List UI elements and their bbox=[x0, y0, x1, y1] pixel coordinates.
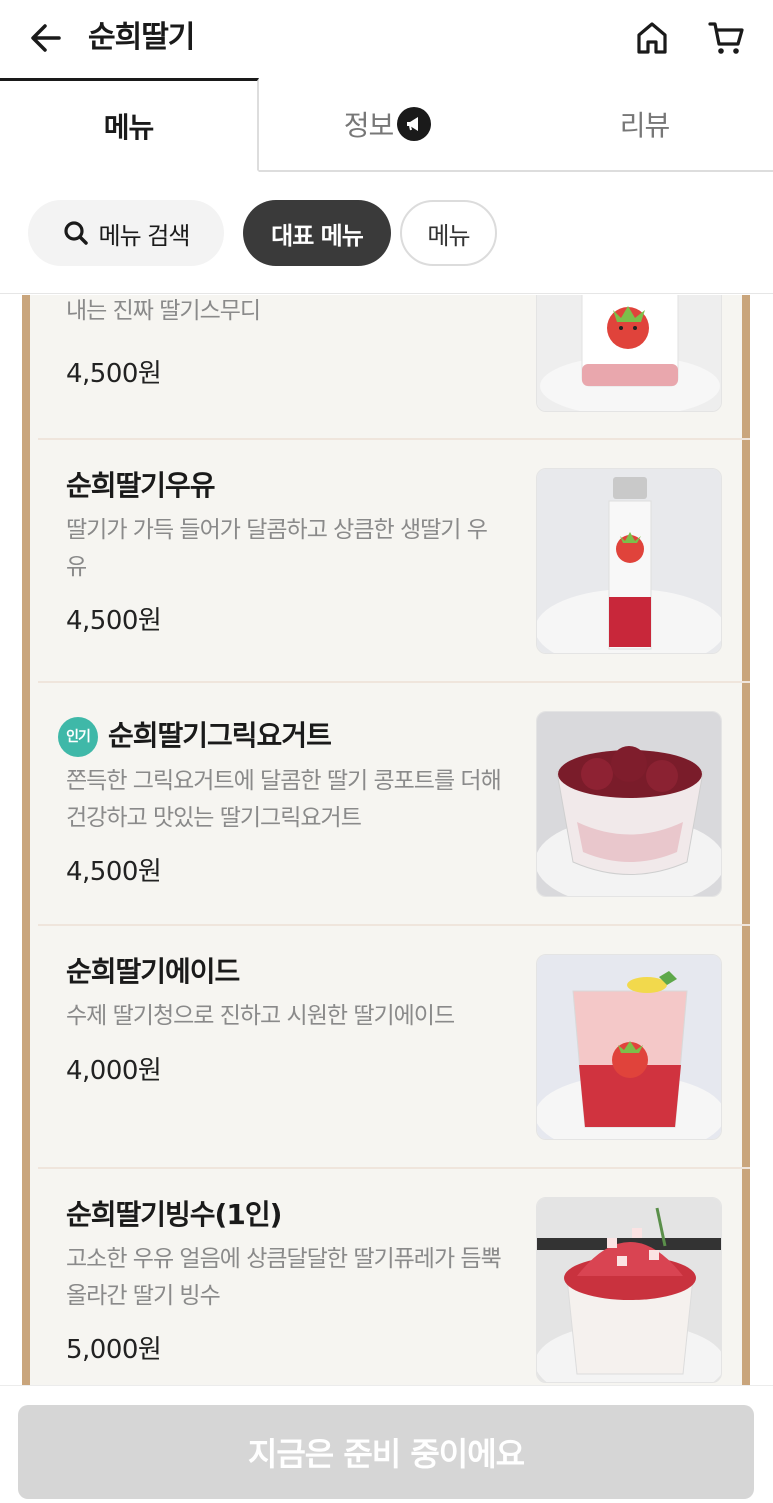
bottom-bar: 지금은 준비 중이에요 bbox=[0, 1385, 773, 1503]
menu-item[interactable]: 인기 순희딸기그릭요거트 쫀득한 그릭요거트에 달콤한 딸기 콩포트를 더해 건강… bbox=[38, 683, 750, 926]
menu-item[interactable]: 순희딸기빙수(1인) 고소한 우유 얼음에 상큼달달한 딸기퓨레가 듬뿍 올라간… bbox=[38, 1169, 750, 1385]
menu-item[interactable]: 순희딸기우유 딸기가 가득 들어가 달콤하고 상큼한 생딸기 우유 4,500원 bbox=[38, 440, 750, 683]
tab-bar: 메뉴 정보 리뷰 bbox=[0, 78, 773, 172]
arrow-left-icon bbox=[31, 24, 61, 52]
search-icon bbox=[63, 221, 88, 245]
megaphone-icon bbox=[397, 107, 432, 141]
cart-icon bbox=[708, 22, 744, 54]
back-button[interactable] bbox=[26, 18, 66, 58]
menu-item-image bbox=[536, 468, 722, 654]
menu-item-price: 5,000원 bbox=[66, 1335, 162, 1365]
chip-menu[interactable]: 메뉴 bbox=[400, 200, 497, 266]
menu-item-image bbox=[536, 711, 722, 897]
menu-list[interactable]: 내는 진짜 딸기스무디 4,500원 순희딸기우유 딸기가 가득 들어가 달콤하… bbox=[0, 295, 773, 1385]
menu-search-label: 메뉴 검색 bbox=[98, 221, 191, 250]
chip-representative-menu[interactable]: 대표 메뉴 bbox=[243, 200, 391, 266]
filter-bar: 메뉴 검색 대표 메뉴 메뉴 bbox=[0, 172, 773, 294]
menu-item-image bbox=[536, 954, 722, 1140]
menu-item-name: 순희딸기우유 bbox=[66, 469, 216, 502]
menu-item-desc: 쫀득한 그릭요거트에 달콤한 딸기 콩포트를 더해 건강하고 맛있는 딸기그릭요… bbox=[66, 768, 502, 831]
menu-item-desc: 고소한 우유 얼음에 상큼달달한 딸기퓨레가 듬뿍 올라간 딸기 빙수 bbox=[66, 1246, 502, 1309]
menu-item-image bbox=[536, 1197, 722, 1383]
home-icon bbox=[637, 22, 667, 54]
menu-item-desc: 내는 진짜 딸기스무디 bbox=[66, 298, 261, 324]
home-button[interactable] bbox=[630, 16, 674, 60]
cart-button[interactable] bbox=[704, 16, 748, 60]
menu-item-name: 순희딸기그릭요거트 bbox=[108, 719, 332, 752]
menu-item-desc: 수제 딸기청으로 진하고 시원한 딸기에이드 bbox=[66, 1003, 455, 1029]
chip-representative-label: 대표 메뉴 bbox=[271, 221, 364, 250]
tab-menu-label: 메뉴 bbox=[103, 110, 155, 144]
popular-badge: 인기 bbox=[58, 717, 98, 757]
menu-item-name: 순희딸기빙수(1인) bbox=[66, 1198, 282, 1231]
menu-item-price: 4,000원 bbox=[66, 1056, 162, 1086]
menu-item-price: 4,500원 bbox=[66, 857, 162, 887]
menu-item-price: 4,500원 bbox=[66, 606, 162, 636]
menu-item[interactable]: 순희딸기에이드 수제 딸기청으로 진하고 시원한 딸기에이드 4,000원 bbox=[38, 926, 750, 1169]
menu-item-name: 순희딸기에이드 bbox=[66, 955, 240, 988]
chip-menu-label: 메뉴 bbox=[427, 221, 470, 250]
tab-info-label: 정보 bbox=[343, 109, 395, 142]
tab-menu[interactable]: 메뉴 bbox=[0, 78, 259, 172]
menu-item-price: 4,500원 bbox=[66, 359, 162, 389]
tab-review[interactable]: 리뷰 bbox=[516, 78, 773, 172]
order-button[interactable]: 지금은 준비 중이에요 bbox=[18, 1405, 754, 1499]
menu-item[interactable]: 내는 진짜 딸기스무디 4,500원 bbox=[38, 295, 750, 440]
menu-item-image bbox=[536, 295, 722, 412]
page-title: 순희딸기 bbox=[88, 20, 195, 55]
menu-search-button[interactable]: 메뉴 검색 bbox=[28, 200, 224, 266]
menu-item-desc: 딸기가 가득 들어가 달콤하고 상큼한 생딸기 우유 bbox=[66, 517, 488, 580]
menu-board: 내는 진짜 딸기스무디 4,500원 순희딸기우유 딸기가 가득 들어가 달콤하… bbox=[22, 295, 750, 1385]
tab-review-label: 리뷰 bbox=[619, 109, 671, 142]
menu-item-name-row: 인기 순희딸기그릭요거트 bbox=[58, 717, 332, 757]
order-button-label: 지금은 준비 중이에요 bbox=[247, 1435, 525, 1473]
tab-info[interactable]: 정보 bbox=[259, 78, 516, 172]
app-header: 순희딸기 bbox=[0, 0, 773, 78]
